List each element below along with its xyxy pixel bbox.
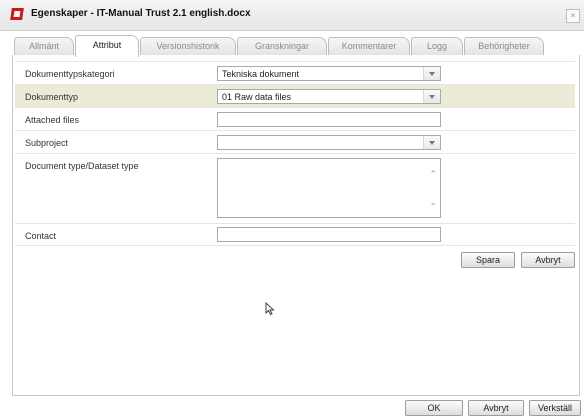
- form-row-subproject: Subproject: [15, 130, 575, 154]
- chevron-down-icon[interactable]: [423, 136, 440, 149]
- scroll-up-icon[interactable]: ⌃: [429, 169, 437, 180]
- contact-label: Contact: [25, 231, 57, 241]
- tab-granskningar[interactable]: Granskningar: [237, 37, 327, 55]
- save-button[interactable]: Spara: [461, 252, 515, 268]
- form-divider: [15, 245, 575, 246]
- doc-category-select[interactable]: Tekniska dokument: [217, 66, 441, 81]
- ok-button[interactable]: OK: [405, 400, 463, 416]
- tab-attribut[interactable]: Attribut: [75, 35, 139, 57]
- subproject-label: Subproject: [25, 138, 69, 148]
- doc-type-value: 01 Raw data files: [222, 92, 292, 102]
- tab-versionshistorik[interactable]: Versionshistorik: [140, 37, 236, 55]
- tab-bar: Allmänt Attribut Versionshistorik Gransk…: [12, 35, 578, 57]
- form-row-attached-files: Attached files: [15, 107, 575, 131]
- doc-category-value: Tekniska dokument: [222, 69, 300, 79]
- dialog-cancel-button[interactable]: Avbryt: [468, 400, 524, 416]
- doc-type-label: Dokumenttyp: [25, 92, 79, 102]
- attached-files-input[interactable]: [217, 112, 441, 127]
- mouse-cursor-icon: [265, 302, 275, 316]
- scroll-down-icon[interactable]: ⌄: [429, 197, 437, 208]
- doc-type-select[interactable]: 01 Raw data files: [217, 89, 441, 104]
- dataset-type-label: Document type/Dataset type: [25, 161, 139, 171]
- window-title: Egenskaper - IT-Manual Trust 2.1 english…: [31, 8, 251, 19]
- tab-logg[interactable]: Logg: [411, 37, 463, 55]
- form-cancel-button[interactable]: Avbryt: [521, 252, 575, 268]
- attached-files-label: Attached files: [25, 115, 80, 125]
- contact-input[interactable]: [217, 227, 441, 242]
- form-row-doc-type: Dokumenttyp 01 Raw data files: [15, 84, 575, 108]
- form-row-doc-category: Dokumenttypskategori Tekniska dokument: [15, 61, 575, 85]
- dataset-type-textarea[interactable]: ⌃ ⌄: [217, 158, 441, 218]
- tab-kommentarer[interactable]: Kommentarer: [328, 37, 410, 55]
- subproject-select[interactable]: [217, 135, 441, 150]
- form-row-contact: Contact: [15, 223, 575, 246]
- window-title-bar: Egenskaper - IT-Manual Trust 2.1 english…: [0, 0, 584, 31]
- chevron-down-icon[interactable]: [423, 67, 440, 80]
- form-row-dataset-type: Document type/Dataset type ⌃ ⌄: [15, 153, 575, 224]
- app-logo-icon: [10, 8, 24, 20]
- doc-category-label: Dokumenttypskategori: [25, 69, 115, 79]
- apply-button[interactable]: Verkställ: [529, 400, 581, 416]
- close-button[interactable]: ×: [566, 9, 580, 23]
- chevron-down-icon[interactable]: [423, 90, 440, 103]
- attribute-panel: Dokumenttypskategori Tekniska dokument D…: [12, 55, 580, 396]
- tab-allmant[interactable]: Allmänt: [14, 37, 74, 55]
- tab-behorigheter[interactable]: Behörigheter: [464, 37, 544, 55]
